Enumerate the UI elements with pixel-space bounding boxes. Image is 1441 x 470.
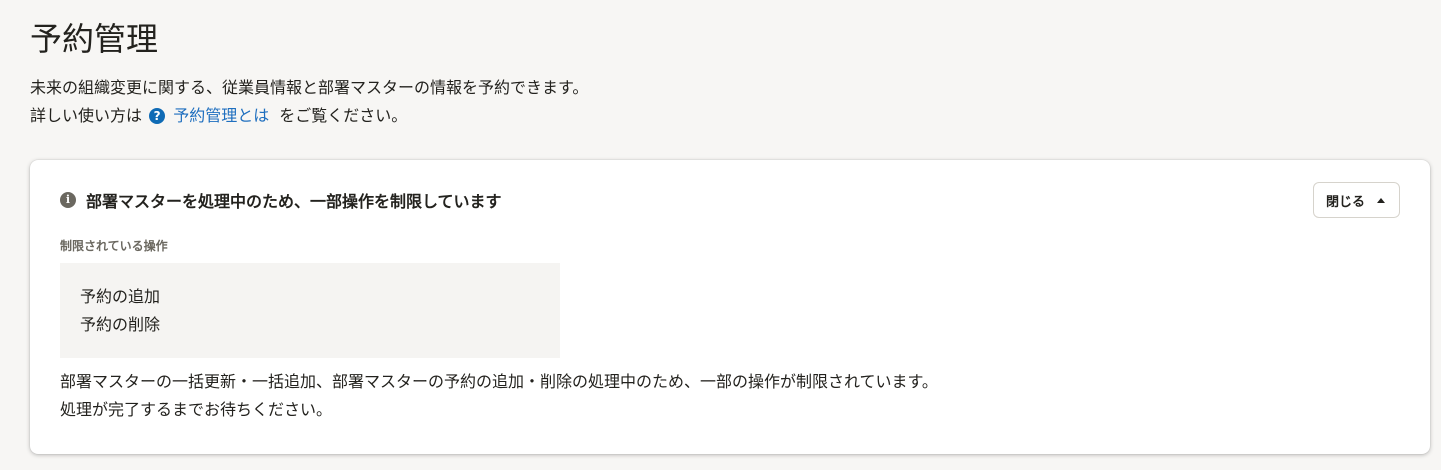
page-title: 予約管理 xyxy=(30,20,159,58)
help-question-icon: ? xyxy=(149,108,166,124)
restricted-operations-list: 予約の追加 予約の削除 xyxy=(60,263,560,358)
notice-header: i 部署マスターを処理中のため、一部操作を制限しています xyxy=(60,188,502,212)
notice-message-line-1: 部署マスターの一括更新・一括追加、部署マスターの予約の追加・削除の処理中のため、… xyxy=(60,372,938,391)
restricted-item-delete: 予約の削除 xyxy=(80,315,161,334)
restriction-notice-card: i 部署マスターを処理中のため、一部操作を制限しています 閉じる 制限されている… xyxy=(30,160,1430,454)
description-line-1: 未来の組織変更に関する、従業員情報と部署マスターの情報を予約できます。 xyxy=(30,78,589,97)
page-description: 未来の組織変更に関する、従業員情報と部署マスターの情報を予約できます。 詳しい使… xyxy=(30,74,588,130)
notice-message: 部署マスターの一括更新・一括追加、部署マスターの予約の追加・削除の処理中のため、… xyxy=(60,368,938,424)
notice-title: 部署マスターを処理中のため、一部操作を制限しています xyxy=(86,192,502,211)
info-icon: i xyxy=(60,192,76,208)
description-prefix: 詳しい使い方は xyxy=(30,106,143,125)
restricted-operations-label: 制限されている操作 xyxy=(60,239,168,253)
close-button-label: 閉じる xyxy=(1325,194,1365,210)
description-suffix: をご覧ください。 xyxy=(279,106,408,125)
restricted-item-add: 予約の追加 xyxy=(80,287,161,306)
caret-up-icon xyxy=(1377,197,1385,203)
help-link[interactable]: 予約管理とは xyxy=(173,106,269,125)
close-button[interactable]: 閉じる xyxy=(1312,182,1400,218)
description-line-2: 詳しい使い方は ? 予約管理とは をご覧ください。 xyxy=(30,102,588,130)
notice-message-line-2: 処理が完了するまでお待ちください。 xyxy=(60,400,333,419)
